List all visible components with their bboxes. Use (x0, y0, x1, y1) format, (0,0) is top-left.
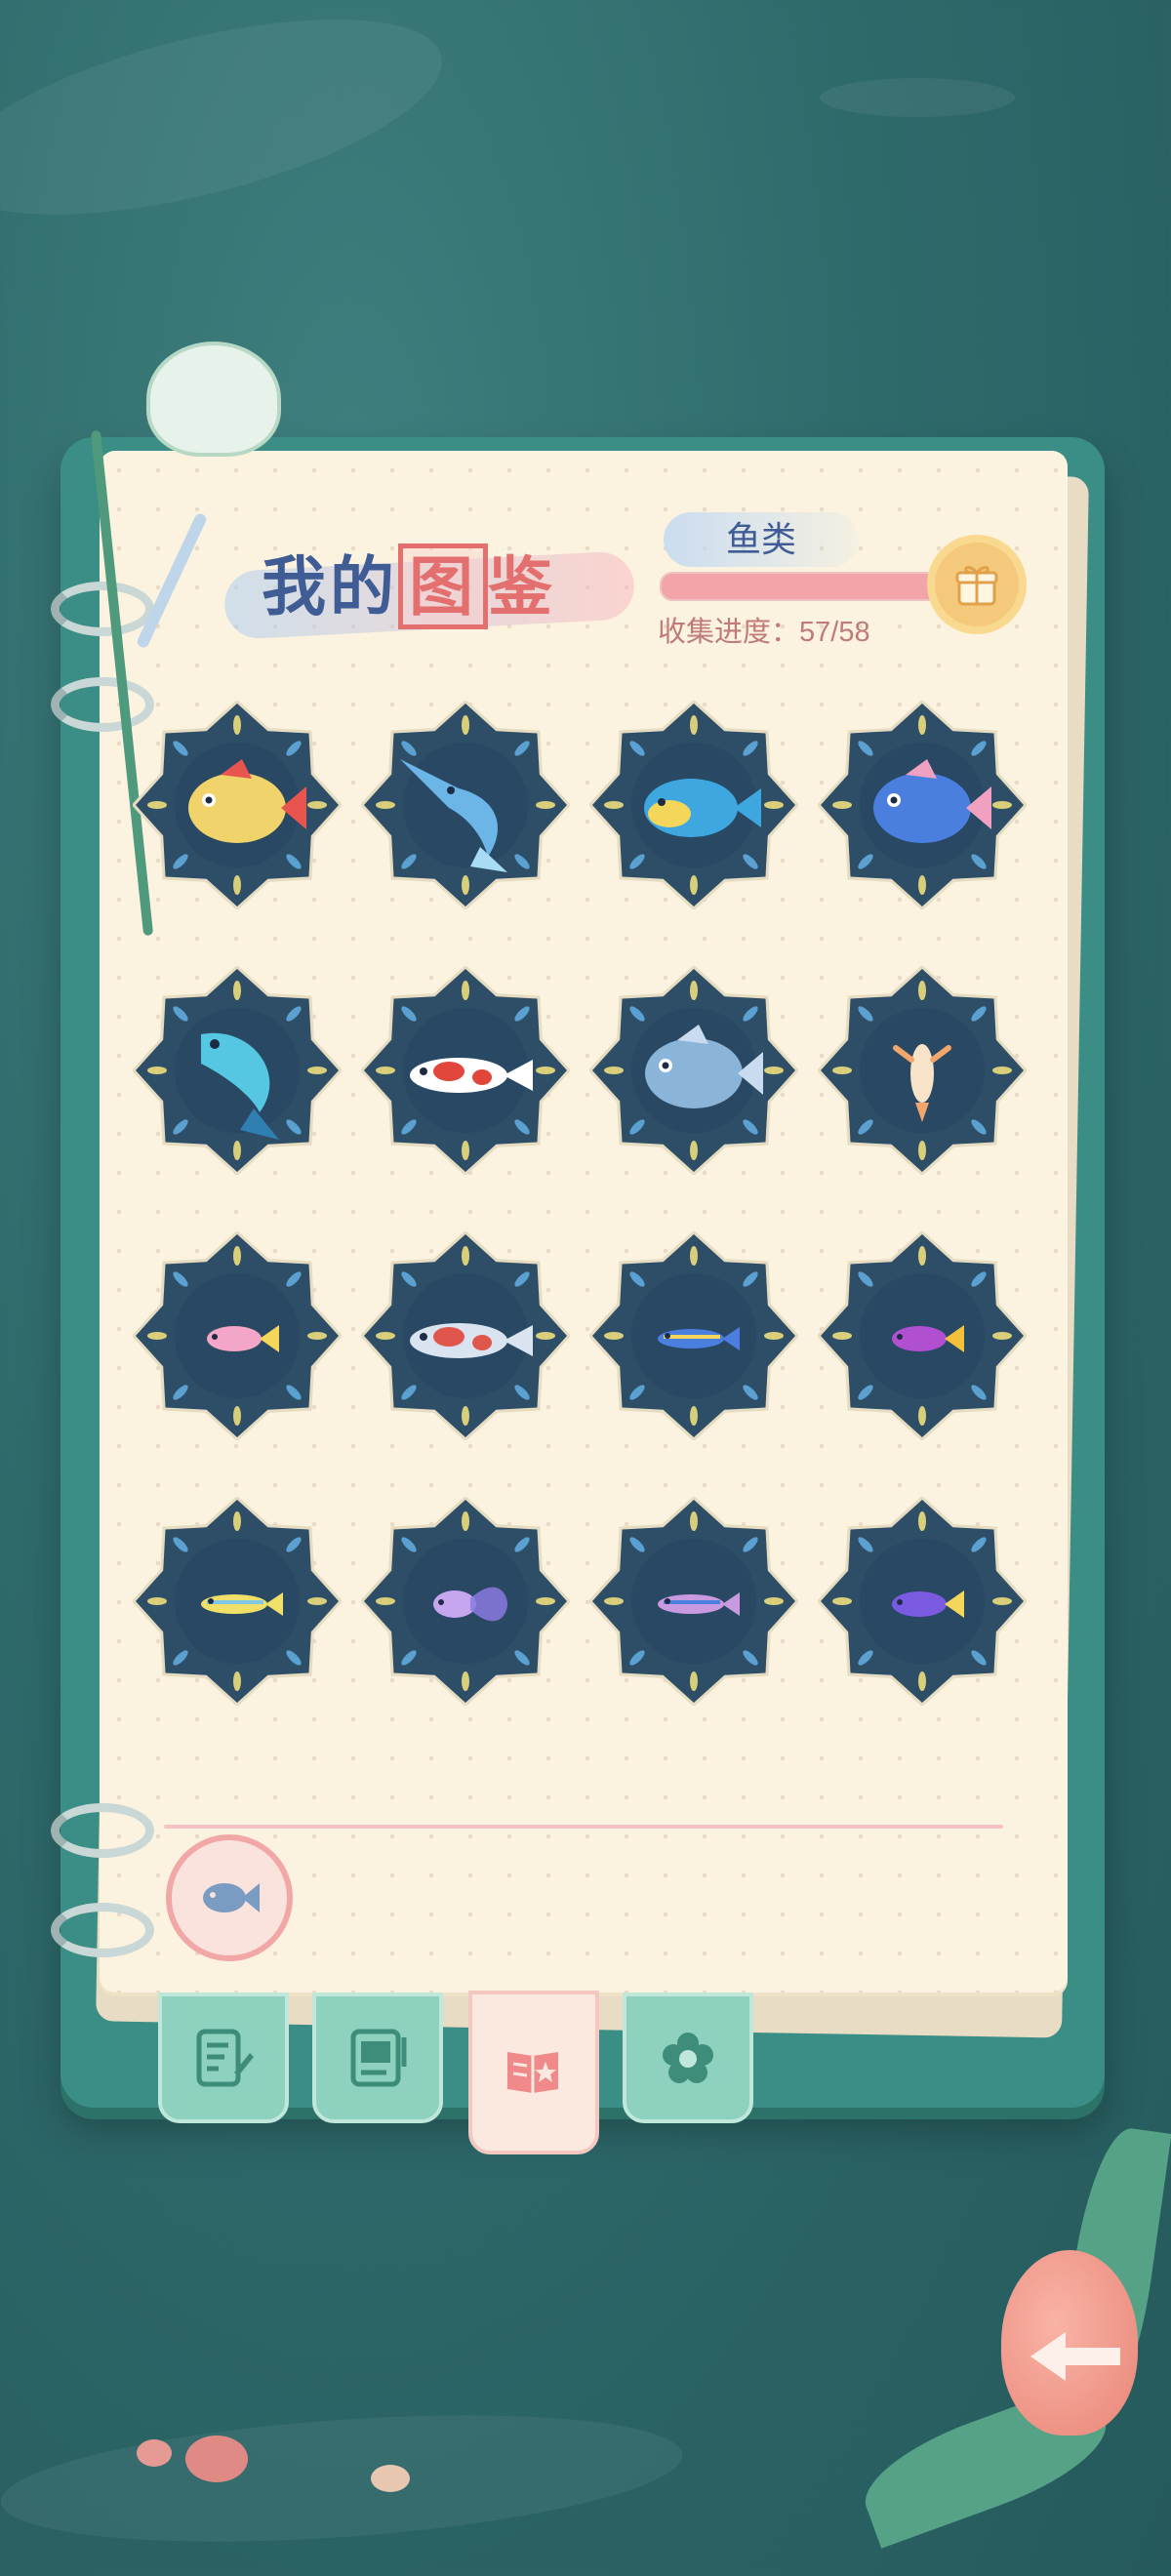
royal-gramma-icon (892, 1325, 964, 1352)
fish-slot-royal-gramma[interactable] (818, 1231, 1027, 1440)
parrotfish-icon (644, 779, 761, 837)
guppy-icon (207, 1325, 279, 1352)
yellow-tetra-icon (201, 1592, 283, 1616)
red-tail-fish-icon (410, 1323, 533, 1358)
collection-progress-text: 收集进度：57/58 (658, 609, 870, 650)
notepad-pencil-icon (196, 2029, 254, 2087)
page-divider (164, 1825, 1003, 1829)
purple-dottyback-icon (892, 1590, 964, 1618)
title-boxed-char: 图 (398, 543, 488, 629)
fish-slot-yellowfin-tuna[interactable] (133, 966, 342, 1175)
sea-angel-icon (893, 1044, 951, 1122)
neon-tetra-icon (658, 1592, 740, 1616)
flower-icon (663, 2033, 713, 2083)
fish-slot-parrotfish[interactable] (589, 701, 798, 909)
pebble-decoration (185, 2435, 248, 2482)
bell-flower-decoration (146, 342, 281, 457)
gift-icon (955, 566, 998, 606)
tab-album[interactable] (312, 1992, 443, 2123)
pebble-decoration (137, 2439, 172, 2467)
fish-slot-blue-tang[interactable] (589, 1231, 798, 1440)
collection-progress-bar (660, 572, 956, 601)
category-label[interactable]: 鱼类 (664, 512, 859, 567)
fish-slot-opah-fish[interactable] (133, 701, 342, 909)
title-text-end: 鉴 (488, 550, 556, 623)
fish-collection-grid (133, 701, 1030, 1735)
fish-slot-pufferfish[interactable] (818, 701, 1027, 909)
progress-label: 收集进度： (658, 617, 800, 648)
yellowfin-tuna-icon (201, 1032, 279, 1140)
fish-category-button[interactable] (166, 1834, 293, 1961)
blue-tang-icon (658, 1327, 740, 1350)
moonfish-icon (645, 1025, 763, 1108)
title-text: 我的 (262, 550, 398, 623)
betta-icon (433, 1587, 507, 1622)
fish-slot-red-tail-fish[interactable] (361, 1231, 570, 1440)
photo-document-icon (350, 2029, 407, 2087)
page-title: 我的图鉴 (262, 535, 556, 629)
fish-slot-neon-tetra[interactable] (589, 1497, 798, 1706)
swordfish-icon (400, 759, 507, 872)
fish-slot-yellow-tetra[interactable] (133, 1497, 342, 1706)
binder-ring (51, 1803, 154, 1858)
fish-slot-purple-dottyback[interactable] (818, 1497, 1027, 1706)
pufferfish-icon (873, 759, 991, 843)
background-streak (820, 78, 1015, 117)
opah-fish-icon (188, 759, 306, 843)
fish-slot-swordfish[interactable] (361, 701, 570, 909)
tab-flower[interactable] (623, 1992, 753, 2123)
fish-slot-guppy[interactable] (133, 1231, 342, 1440)
fish-slot-koi[interactable] (361, 966, 570, 1175)
background-streak (0, 2395, 687, 2561)
fish-slot-moonfish[interactable] (589, 966, 798, 1175)
fish-slot-sea-angel[interactable] (818, 966, 1027, 1175)
collection-progress-fill (662, 574, 949, 599)
koi-icon (410, 1058, 533, 1093)
binder-ring (51, 582, 154, 636)
progress-value: 57/58 (799, 617, 870, 648)
gift-reward-button[interactable] (935, 543, 1019, 626)
fish-slot-betta[interactable] (361, 1497, 570, 1706)
fish-icon (203, 1883, 260, 1912)
book-star-icon (507, 2052, 558, 2093)
back-arrow-icon (1030, 2332, 1120, 2381)
tab-collection[interactable] (468, 1991, 599, 2154)
binder-ring (51, 1903, 154, 1957)
background-streak (0, 0, 461, 255)
tab-notes[interactable] (158, 1992, 289, 2123)
pebble-decoration (371, 2465, 410, 2492)
